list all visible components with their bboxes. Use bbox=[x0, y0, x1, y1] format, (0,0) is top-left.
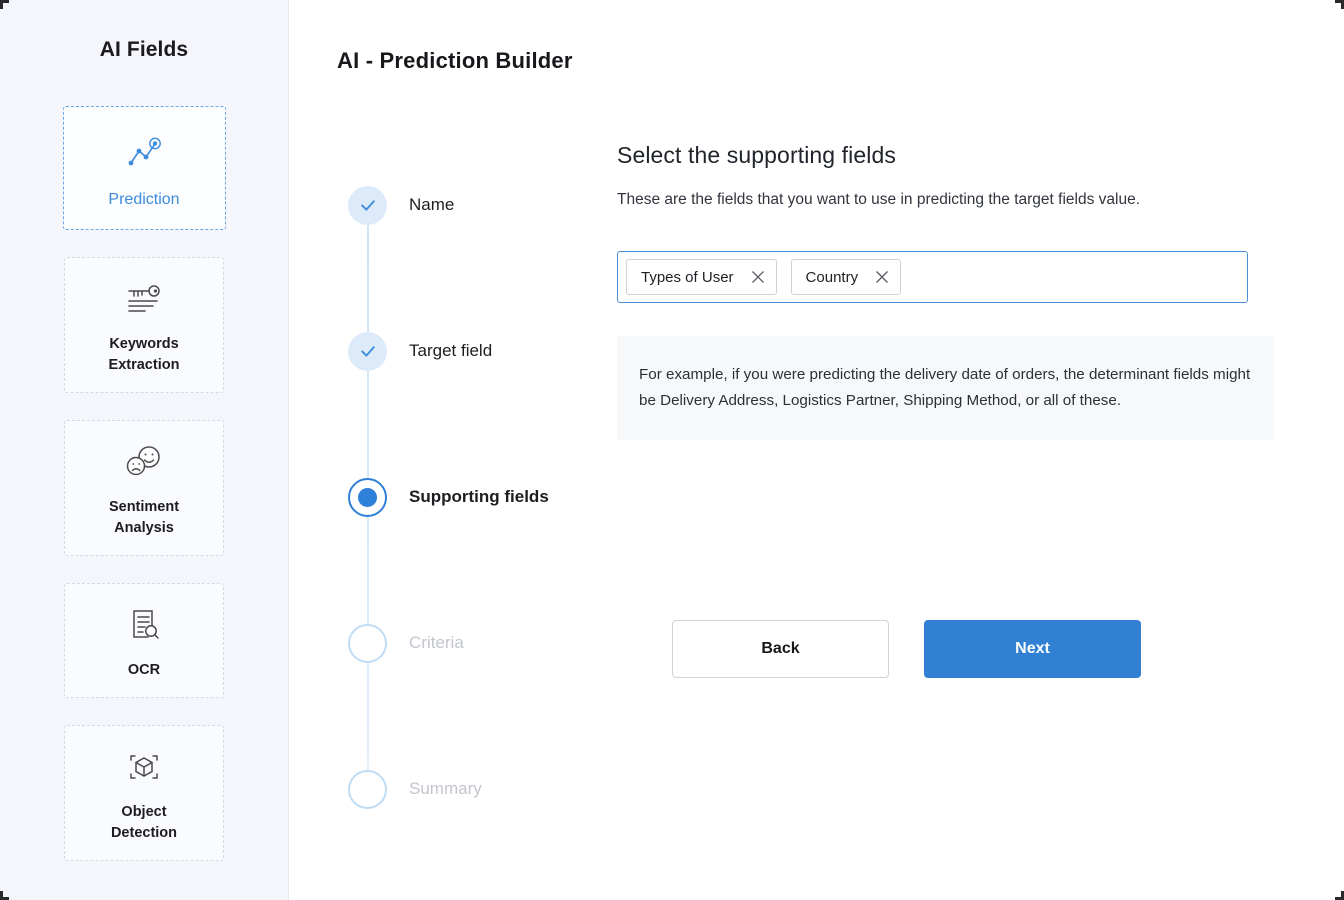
step-status-check-icon bbox=[348, 185, 387, 225]
crop-mark-bottom-left bbox=[0, 891, 9, 900]
sidebar-title: AI Fields bbox=[99, 38, 189, 61]
wizard-body: Name Target field Supporting fields Crit… bbox=[337, 138, 1344, 900]
tag-chip[interactable]: Country bbox=[790, 259, 902, 295]
step-status-current-icon bbox=[348, 477, 387, 517]
step-supporting-fields[interactable]: Supporting fields bbox=[337, 475, 617, 519]
sidebar-item-object-detection[interactable]: Object Detection bbox=[64, 725, 224, 862]
panel-subtitle: These are the fields that you want to us… bbox=[617, 191, 1141, 208]
sidebar-item-keywords-extraction[interactable]: Keywords Extraction bbox=[64, 257, 224, 394]
example-info-box: For example, if you were predicting the … bbox=[617, 336, 1274, 441]
back-button[interactable]: Back bbox=[672, 620, 889, 678]
sidebar-item-label: Sentiment Analysis bbox=[108, 499, 180, 537]
crop-mark-top-right bbox=[1335, 0, 1344, 9]
smiley-faces-icon bbox=[122, 439, 166, 485]
step-status-check-icon bbox=[348, 331, 387, 371]
tag-text-entry[interactable] bbox=[915, 259, 1239, 295]
panel-heading: Select the supporting fields bbox=[617, 142, 896, 168]
crop-mark-top-left bbox=[0, 0, 9, 9]
step-label: Supporting fields bbox=[409, 487, 549, 506]
document-magnifier-icon bbox=[124, 602, 164, 648]
step-status-empty-icon bbox=[348, 769, 387, 809]
sidebar-item-ocr[interactable]: OCR bbox=[64, 583, 224, 699]
close-icon[interactable] bbox=[750, 269, 766, 285]
wizard-stepper: Name Target field Supporting fields Crit… bbox=[337, 138, 617, 900]
app-root: AI Fields Prediction Keywords Extraction… bbox=[0, 0, 1344, 900]
step-panel: Select the supporting fields These are t… bbox=[617, 138, 1344, 900]
cube-scan-icon bbox=[123, 744, 165, 790]
step-label: Name bbox=[409, 195, 455, 214]
sidebar-item-label: OCR bbox=[127, 662, 161, 679]
close-icon[interactable] bbox=[874, 269, 890, 285]
next-button[interactable]: Next bbox=[924, 620, 1141, 678]
main-content: AI - Prediction Builder Name Target fiel… bbox=[289, 0, 1344, 900]
step-name[interactable]: Name bbox=[337, 183, 617, 227]
prediction-line-chart-icon bbox=[124, 128, 164, 174]
sidebar: AI Fields Prediction Keywords Extraction… bbox=[0, 0, 289, 900]
page-title: AI - Prediction Builder bbox=[337, 48, 573, 73]
sidebar-item-label: Object Detection bbox=[110, 804, 178, 842]
step-label: Summary bbox=[409, 779, 482, 798]
example-info-text: For example, if you were predicting the … bbox=[639, 366, 1251, 410]
step-criteria[interactable]: Criteria bbox=[337, 621, 617, 665]
tag-label: Types of User bbox=[641, 268, 734, 286]
sidebar-item-label: Keywords Extraction bbox=[108, 336, 180, 374]
key-text-icon bbox=[123, 276, 165, 322]
step-target-field[interactable]: Target field bbox=[337, 329, 617, 373]
sidebar-item-prediction[interactable]: Prediction bbox=[62, 106, 226, 230]
tag-chip[interactable]: Types of User bbox=[626, 259, 777, 295]
sidebar-tile-list: Prediction Keywords Extraction Sentiment… bbox=[0, 106, 288, 888]
sidebar-item-sentiment-analysis[interactable]: Sentiment Analysis bbox=[64, 420, 224, 557]
step-label: Criteria bbox=[409, 633, 464, 652]
wizard-actions: Back Next bbox=[672, 620, 1141, 678]
step-summary[interactable]: Summary bbox=[337, 767, 617, 811]
tag-label: Country bbox=[805, 268, 859, 286]
sidebar-item-label: Prediction bbox=[108, 191, 180, 209]
step-label: Target field bbox=[409, 341, 493, 360]
step-status-empty-icon bbox=[348, 623, 387, 663]
supporting-fields-input[interactable]: Types of User Country bbox=[617, 251, 1248, 303]
crop-mark-bottom-right bbox=[1335, 891, 1344, 900]
